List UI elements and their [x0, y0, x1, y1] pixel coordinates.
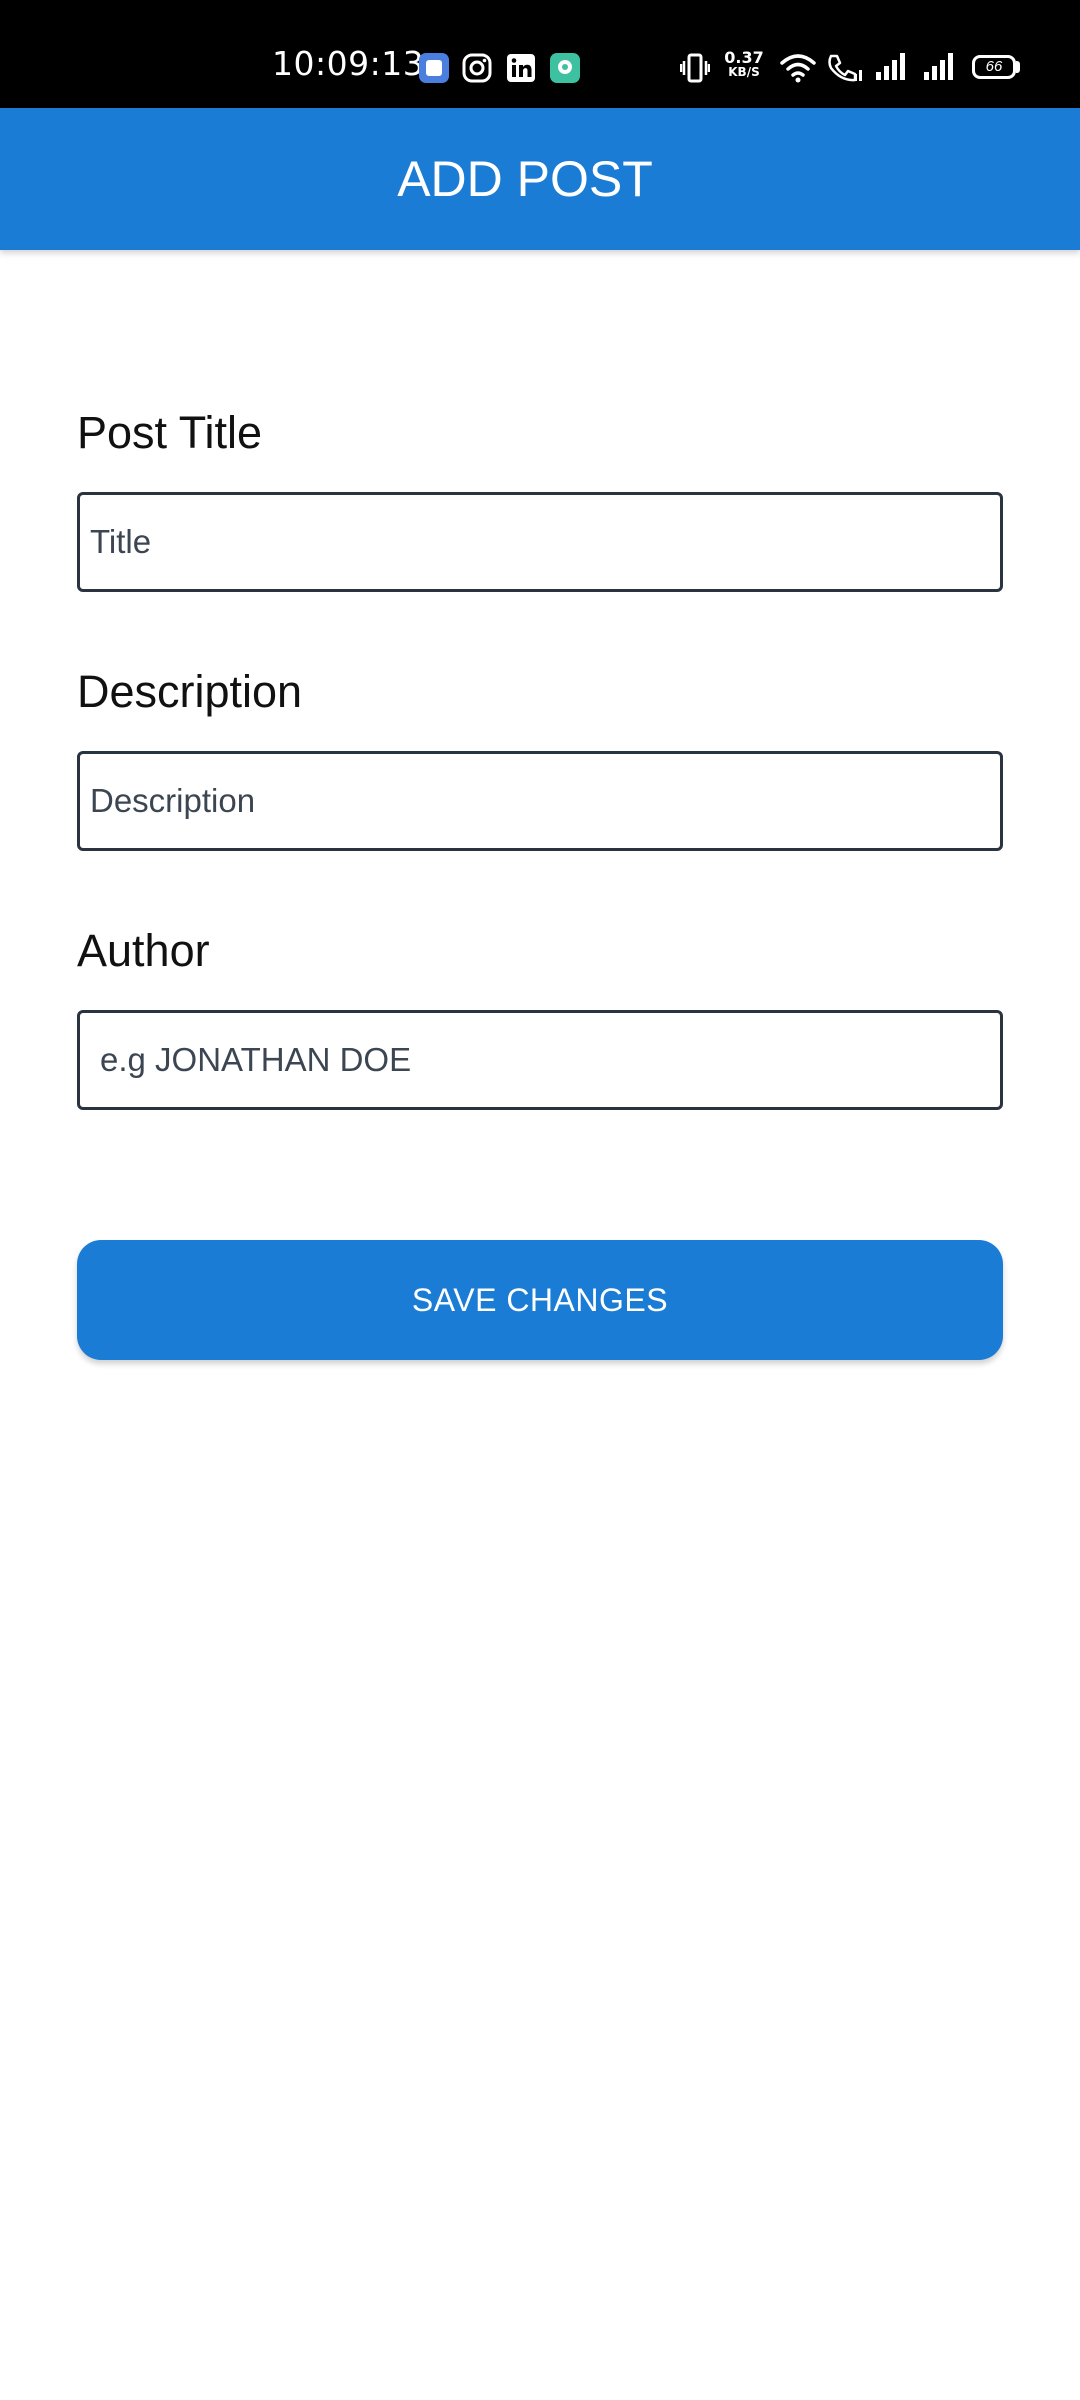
battery-cap [1016, 61, 1020, 73]
description-label: Description [77, 666, 303, 717]
chat-app-icon [550, 53, 580, 83]
wifi-icon [780, 54, 816, 83]
app-bar: ADD POST [0, 108, 1080, 250]
linkedin-icon [507, 54, 535, 82]
network-speed-value: 0.37 [724, 48, 764, 67]
app-icon [419, 53, 449, 83]
author-input[interactable] [77, 1010, 1003, 1110]
author-label: Author [77, 925, 210, 976]
post-title-label: Post Title [77, 407, 263, 458]
status-time: 10:09:13 [272, 44, 425, 83]
status-bar: 10:09:13 0.37 KB/S 66 [0, 0, 1080, 108]
save-changes-button[interactable]: SAVE CHANGES [77, 1240, 1003, 1360]
instagram-icon [462, 53, 492, 83]
battery-level: 66 [985, 58, 1003, 75]
post-title-input[interactable] [77, 492, 1003, 592]
wifi-calling-icon [828, 54, 862, 82]
vibrate-icon [680, 53, 710, 83]
signal-strength-icon-2 [924, 53, 953, 80]
signal-strength-icon [876, 53, 905, 80]
network-speed-unit: KB/S [728, 65, 760, 79]
network-speed: 0.37 KB/S [722, 50, 766, 80]
description-input[interactable] [77, 751, 1003, 851]
page-title: ADD POST [397, 151, 653, 207]
